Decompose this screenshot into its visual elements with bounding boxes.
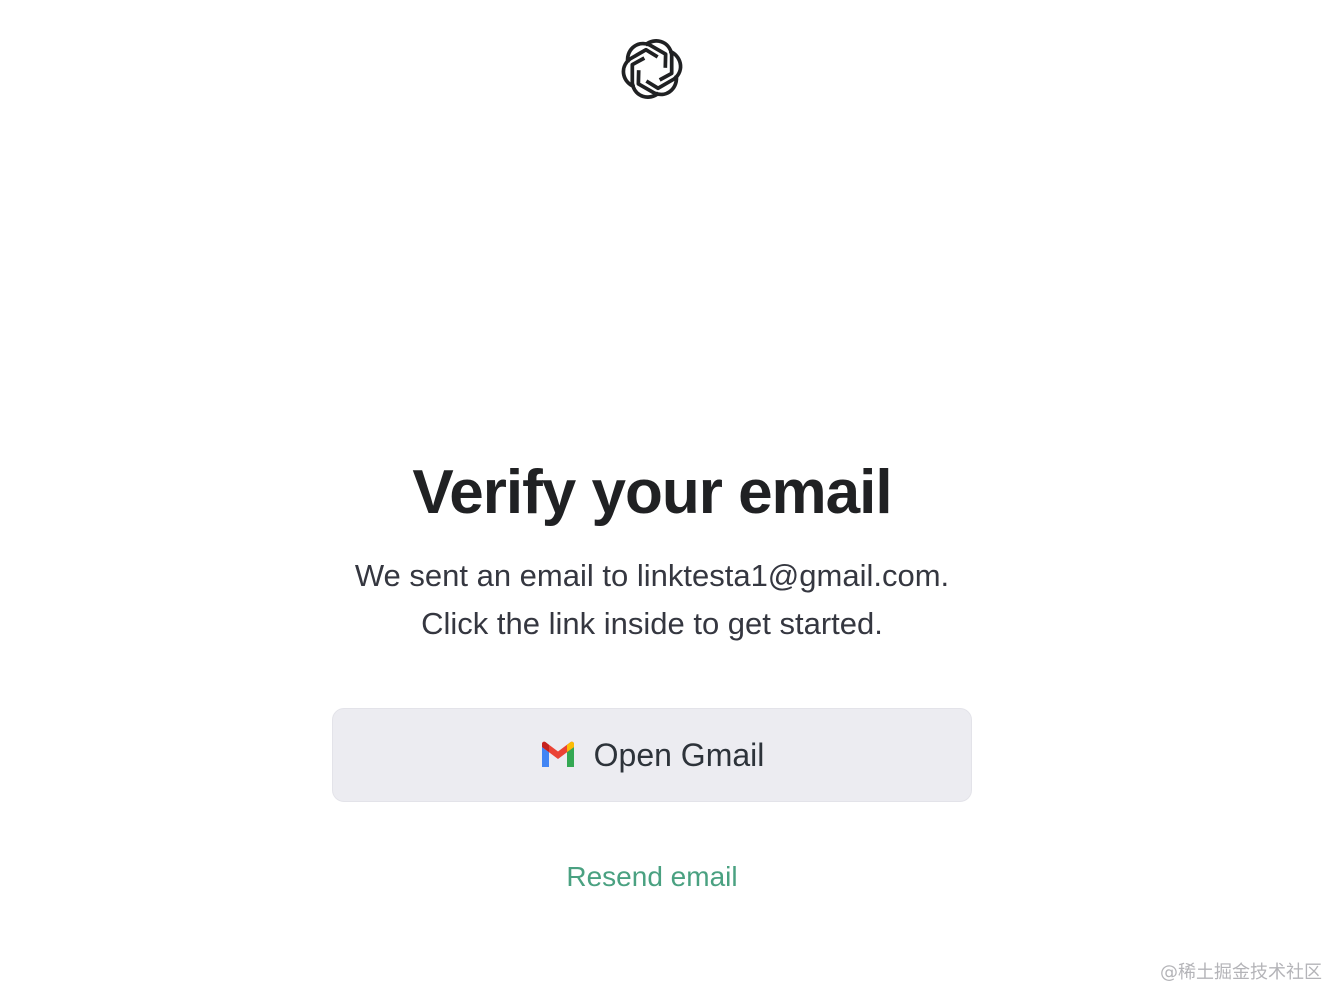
verify-email-page: Verify your email We sent an email to li… — [0, 0, 1328, 990]
instruction-text: We sent an email to linktesta1@gmail.com… — [0, 552, 1304, 648]
openai-logo-icon — [617, 34, 687, 104]
resend-email-link[interactable]: Resend email — [0, 857, 1304, 897]
resend-email-label: Resend email — [566, 861, 738, 892]
open-gmail-label: Open Gmail — [593, 736, 765, 773]
open-gmail-button[interactable]: Open Gmail — [332, 708, 972, 802]
click-link-message: Click the link inside to get started. — [421, 606, 883, 641]
watermark: @稀土掘金技术社区 — [1160, 962, 1322, 983]
page-title: Verify your email — [412, 458, 892, 527]
sent-email-message: We sent an email to linktesta1@gmail.com… — [354, 558, 950, 593]
gmail-icon — [541, 741, 574, 767]
